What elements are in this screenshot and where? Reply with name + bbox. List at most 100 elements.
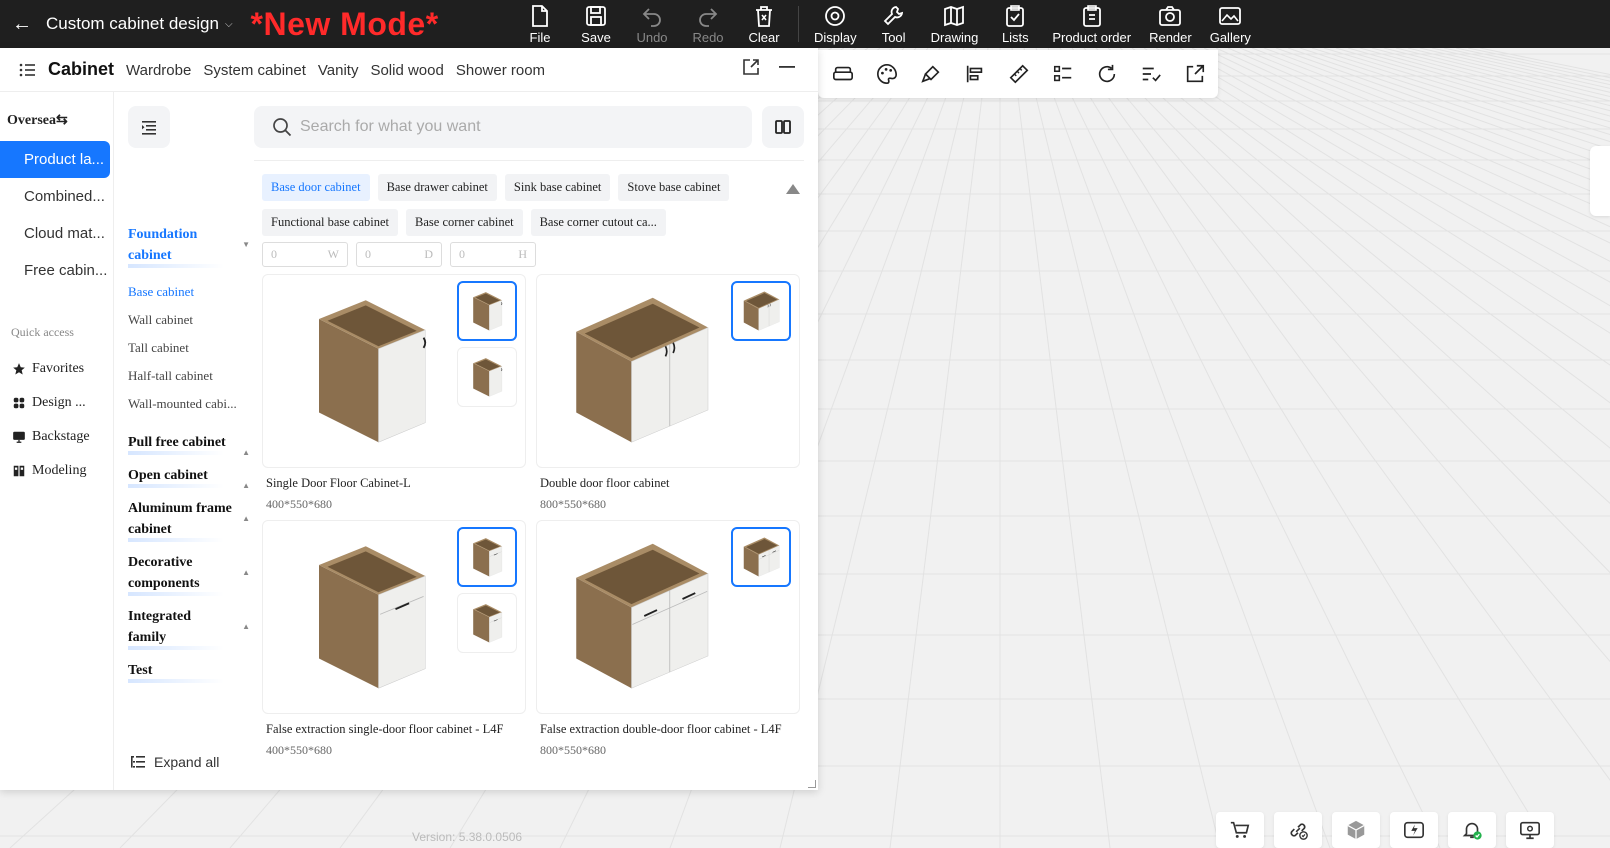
category-header[interactable]: Decorative components ▲ (128, 552, 250, 596)
toolbar-save-button[interactable]: Save (568, 0, 624, 48)
collapse-chips-icon[interactable] (786, 184, 800, 194)
quick-access-backstage[interactable]: Backstage (0, 420, 113, 454)
source-nav-item[interactable]: Free cabin... (0, 252, 110, 289)
variant-thumbnail[interactable] (457, 527, 517, 587)
quick-access-modeling[interactable]: Modeling (0, 454, 113, 488)
filter-chip[interactable]: Base corner cutout ca... (530, 209, 666, 236)
product-image[interactable] (262, 274, 526, 468)
product-card[interactable]: False extraction single-door floor cabin… (262, 520, 526, 758)
chevron-down-icon[interactable]: ⌵ (225, 19, 233, 30)
search-box[interactable] (254, 106, 752, 148)
tab-shower-room[interactable]: Shower room (456, 62, 545, 79)
category-header[interactable]: Pull free cabinet ▲ (128, 432, 250, 457)
toolbar-product-order-button[interactable]: Product order (1043, 0, 1140, 48)
rotate-tool-button[interactable] (1094, 61, 1120, 87)
back-arrow-icon[interactable]: ← (0, 13, 44, 36)
variant-thumbnail[interactable] (457, 347, 517, 407)
source-nav-item[interactable]: Product la... (0, 141, 110, 178)
caret-up-icon[interactable]: ▲ (242, 616, 250, 637)
tab-wardrobe[interactable]: Wardrobe (126, 62, 191, 79)
dimension-w-input[interactable]: 0W (262, 242, 348, 267)
caret-down-icon[interactable]: ▼ (242, 234, 250, 255)
toolbar-gallery-button[interactable]: Gallery (1201, 0, 1260, 48)
filter-toggle-button[interactable] (128, 106, 170, 148)
tab-solid-wood[interactable]: Solid wood (370, 62, 443, 79)
monitor-settings-dock-button[interactable] (1506, 812, 1554, 848)
pop-out-icon[interactable] (742, 58, 760, 76)
product-image[interactable] (536, 520, 800, 714)
variant-thumbnail[interactable] (457, 593, 517, 653)
subcategory-item[interactable]: Tall cabinet (128, 334, 248, 362)
camera-icon (1159, 5, 1182, 26)
ruler-tool-button[interactable] (1006, 61, 1032, 87)
list-grid-tool-button[interactable] (1050, 61, 1076, 87)
quick-access-label: Design ... (32, 395, 86, 410)
brush-tool-button[interactable] (918, 61, 944, 87)
link-check-dock-button[interactable] (1274, 812, 1322, 848)
category-header[interactable]: Aluminum frame cabinet ▲ (128, 498, 250, 542)
product-card[interactable]: False extraction double-door floor cabin… (536, 520, 800, 758)
tab-system-cabinet[interactable]: System cabinet (203, 62, 306, 79)
product-image[interactable] (262, 520, 526, 714)
subcategory-item[interactable]: Half-tall cabinet (128, 362, 248, 390)
lightning-dock-button[interactable] (1390, 812, 1438, 848)
subcategory-item[interactable]: Wall cabinet (128, 306, 248, 334)
caret-up-icon[interactable]: ▲ (242, 475, 250, 496)
filter-chip[interactable]: Base corner cabinet (406, 209, 523, 236)
subcategory-item[interactable]: Wall-mounted cabi... (128, 390, 248, 418)
tab-vanity[interactable]: Vanity (318, 62, 359, 79)
expand-all-button[interactable]: Expand all (130, 754, 219, 770)
bell-check-dock-button[interactable] (1448, 812, 1496, 848)
product-card[interactable]: Double door floor cabinet 800*550*680 (536, 274, 800, 512)
sofa-tool-button[interactable] (830, 61, 856, 87)
toolbar-drawing-button[interactable]: Drawing (922, 0, 988, 48)
toolbar-redo-button[interactable]: Redo (680, 0, 736, 48)
subcategory-item[interactable]: Base cabinet (128, 278, 248, 306)
quick-access-design[interactable]: Design ... (0, 386, 113, 420)
region-switch[interactable]: Oversea⇆ (7, 112, 113, 129)
source-nav-item[interactable]: Cloud mat... (0, 215, 110, 252)
filter-chip[interactable]: Base door cabinet (262, 174, 370, 201)
toolbar-render-button[interactable]: Render (1140, 0, 1201, 48)
toolbar-file-button[interactable]: File (512, 0, 568, 48)
cart-dock-button[interactable] (1216, 812, 1264, 848)
filter-chip[interactable]: Stove base cabinet (618, 174, 730, 201)
menu-list-icon[interactable] (18, 61, 36, 79)
variant-thumbnail[interactable] (457, 281, 517, 341)
right-edge-tab[interactable] (1590, 146, 1610, 216)
export-tool-button[interactable] (1182, 61, 1208, 87)
toolbar-undo-button[interactable]: Undo (624, 0, 680, 48)
filter-chip[interactable]: Sink base cabinet (504, 174, 611, 201)
toolbar-tool-button[interactable]: Tool (866, 0, 922, 48)
palette-tool-button[interactable] (874, 61, 900, 87)
product-card[interactable]: Single Door Floor Cabinet-L 400*550*680 (262, 274, 526, 512)
checklist-tool-button[interactable] (1138, 61, 1164, 87)
category-header[interactable]: Test (128, 660, 248, 683)
filter-chip[interactable]: Functional base cabinet (262, 209, 399, 236)
variant-thumbnail[interactable] (731, 527, 791, 587)
category-header[interactable]: Integrated family ▲ (128, 606, 250, 650)
minimize-icon[interactable] (778, 58, 796, 76)
dimension-h-input[interactable]: 0H (450, 242, 536, 267)
product-image[interactable] (536, 274, 800, 468)
source-nav-item[interactable]: Combined... (0, 178, 110, 215)
tab-cabinet[interactable]: Cabinet (48, 59, 114, 80)
toolbar-lists-button[interactable]: Lists (987, 0, 1043, 48)
resize-handle[interactable] (808, 780, 816, 788)
toolbar-clear-button[interactable]: Clear (736, 0, 792, 48)
view-mode-button[interactable] (762, 106, 804, 148)
filter-chip[interactable]: Base drawer cabinet (377, 174, 497, 201)
dimension-d-input[interactable]: 0D (356, 242, 442, 267)
toolbar-display-button[interactable]: Display (805, 0, 866, 48)
search-input[interactable] (300, 118, 740, 136)
category-header[interactable]: Foundation cabinet ▼ (128, 224, 250, 268)
box-dock-button[interactable] (1332, 812, 1380, 848)
align-left-tool-button[interactable] (962, 61, 988, 87)
caret-up-icon[interactable]: ▲ (242, 442, 250, 463)
category-header[interactable]: Open cabinet ▲ (128, 465, 250, 490)
caret-up-icon[interactable]: ▲ (242, 562, 250, 583)
variant-thumbnail[interactable] (731, 281, 791, 341)
app-title[interactable]: Custom cabinet design (46, 14, 219, 34)
caret-up-icon[interactable]: ▲ (242, 508, 250, 529)
quick-access-favorites[interactable]: Favorites (0, 352, 113, 386)
